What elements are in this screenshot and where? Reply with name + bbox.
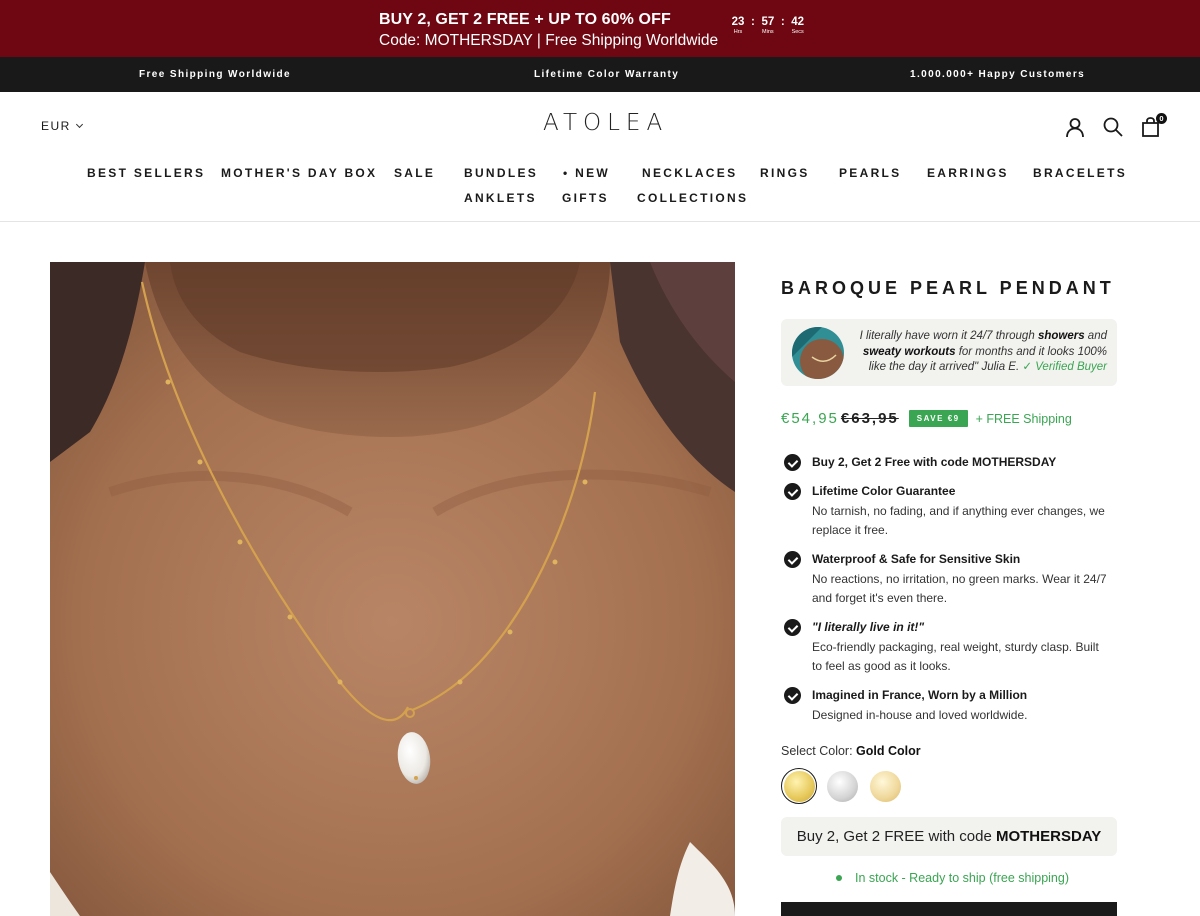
- countdown-minutes-value: 57: [761, 16, 775, 28]
- nav-sale[interactable]: SALE: [394, 166, 435, 180]
- header-divider: [0, 221, 1200, 222]
- check-icon: [784, 687, 801, 704]
- feature-title: Lifetime Color Guarantee: [812, 484, 956, 498]
- current-price: €54,95: [781, 410, 839, 427]
- save-badge: SAVE €9: [908, 410, 968, 427]
- review-bold-showers: showers: [1037, 330, 1085, 342]
- review-text-part2: and: [1084, 330, 1107, 342]
- nav-best-sellers[interactable]: BEST SELLERS: [87, 166, 205, 180]
- color-label-prefix: Select Color:: [781, 744, 857, 758]
- benefit-customers: 1.000.000+ Happy Customers: [910, 69, 1086, 80]
- countdown-hours-label: Hrs: [733, 29, 743, 35]
- nav-necklaces[interactable]: NECKLACES: [642, 166, 737, 180]
- countdown-minutes: 57 Mins: [758, 16, 778, 36]
- feature-title: Buy 2, Get 2 Free with code MOTHERSDAY: [812, 455, 1057, 469]
- free-shipping-label: + FREE Shipping: [975, 411, 1072, 426]
- nav-anklets[interactable]: ANKLETS: [464, 191, 537, 205]
- swatch-light-gold[interactable]: [870, 771, 901, 802]
- site-logo[interactable]: ATOLEA: [543, 110, 668, 136]
- price-row: €54,95 €63,95 SAVE €9 + FREE Shipping: [781, 410, 1072, 427]
- currency-label: EUR: [41, 119, 71, 133]
- countdown-separator: :: [780, 16, 785, 28]
- nav-gifts[interactable]: GIFTS: [562, 191, 609, 205]
- selected-color-name: Gold Color: [856, 744, 921, 758]
- check-icon: [784, 619, 801, 636]
- color-selector-label: Select Color: Gold Color: [781, 744, 921, 758]
- countdown-minutes-label: Mins: [762, 29, 774, 35]
- countdown-seconds: 42 Secs: [788, 16, 808, 36]
- countdown-hours: 23 Hrs: [728, 16, 748, 36]
- original-price: €63,95: [840, 410, 899, 427]
- feature-item: Imagined in France, Worn by a Million De…: [781, 686, 1111, 725]
- verified-buyer-badge: ✓ Verified Buyer: [1022, 361, 1107, 373]
- countdown-hours-value: 23: [731, 16, 745, 28]
- nav-pearls[interactable]: PEARLS: [839, 166, 901, 180]
- product-title: BAROQUE PEARL PENDANT: [781, 278, 1115, 298]
- review-card: I literally have worn it 24/7 through sh…: [781, 319, 1117, 386]
- bundle-promo-code: MOTHERSDAY: [995, 828, 1102, 845]
- promo-banner: BUY 2, GET 2 FREE + UP TO 60% OFF Code: …: [0, 0, 1200, 57]
- check-icon: [784, 483, 801, 500]
- feature-item: "I literally live in it!" Eco-friendly p…: [781, 618, 1111, 677]
- reviewer-avatar: [792, 327, 844, 379]
- in-stock-dot-icon: [836, 875, 842, 881]
- countdown-separator: :: [751, 16, 755, 28]
- nav-new[interactable]: • NEW: [563, 166, 610, 180]
- feature-item: Waterproof & Safe for Sensitive Skin No …: [781, 550, 1111, 609]
- add-to-cart-button[interactable]: [781, 902, 1117, 916]
- nav-bracelets[interactable]: BRACELETS: [1033, 166, 1127, 180]
- check-icon: [784, 551, 801, 568]
- swatch-gold[interactable]: [784, 771, 815, 802]
- chevron-down-icon: [75, 120, 83, 129]
- promo-text: BUY 2, GET 2 FREE + UP TO 60% OFF Code: …: [379, 9, 718, 51]
- search-icon[interactable]: [1102, 116, 1124, 138]
- nav-mothers-day-box[interactable]: MOTHER'S DAY BOX: [221, 166, 377, 180]
- feature-item: Lifetime Color Guarantee No tarnish, no …: [781, 482, 1111, 541]
- benefit-shipping: Free Shipping Worldwide: [139, 69, 292, 80]
- countdown-seconds-label: Secs: [791, 29, 804, 35]
- feature-description: No reactions, no irritation, no green ma…: [812, 571, 1107, 606]
- promo-subline: Code: MOTHERSDAY | Free Shipping Worldwi…: [379, 32, 719, 49]
- nav-rings[interactable]: RINGS: [760, 166, 810, 180]
- bundle-promo-text: Buy 2, Get 2 FREE with code: [796, 828, 996, 845]
- promo-headline: BUY 2, GET 2 FREE + UP TO 60% OFF: [379, 11, 671, 28]
- bundle-promo-box: Buy 2, Get 2 FREE with code MOTHERSDAY: [781, 817, 1117, 856]
- benefits-bar: Free Shipping Worldwide Lifetime Color W…: [0, 57, 1200, 92]
- currency-selector[interactable]: EUR: [41, 119, 83, 133]
- countdown-timer: 23 Hrs : 57 Mins : 42 Secs: [728, 16, 808, 36]
- account-icon[interactable]: [1064, 116, 1086, 138]
- benefit-warranty: Lifetime Color Warranty: [534, 69, 680, 80]
- stock-status: In stock - Ready to ship (free shipping): [836, 871, 1069, 885]
- nav-bundles[interactable]: BUNDLES: [464, 166, 538, 180]
- countdown-seconds-value: 42: [791, 16, 805, 28]
- stock-text: In stock - Ready to ship (free shipping): [855, 871, 1069, 885]
- feature-title: Waterproof & Safe for Sensitive Skin: [812, 552, 1021, 566]
- review-text-part1: I literally have worn it 24/7 through: [859, 330, 1038, 342]
- feature-title: Imagined in France, Worn by a Million: [812, 688, 1028, 702]
- check-icon: [784, 454, 801, 471]
- feature-description: Eco-friendly packaging, real weight, stu…: [812, 639, 1099, 674]
- feature-title: "I literally live in it!": [812, 620, 925, 634]
- cart-icon[interactable]: 0: [1140, 113, 1167, 138]
- product-image[interactable]: [50, 262, 735, 916]
- review-bold-workouts: sweaty workouts: [862, 345, 956, 358]
- nav-collections[interactable]: COLLECTIONS: [637, 191, 748, 205]
- nav-earrings[interactable]: EARRINGS: [927, 166, 1009, 180]
- feature-item: Buy 2, Get 2 Free with code MOTHERSDAY: [781, 453, 1111, 473]
- cart-count-badge: 0: [1156, 113, 1167, 124]
- review-quote: I literally have worn it 24/7 through sh…: [855, 329, 1107, 376]
- feature-description: Designed in-house and loved worldwide.: [812, 707, 1028, 722]
- feature-description: No tarnish, no fading, and if anything e…: [812, 503, 1105, 538]
- swatch-silver[interactable]: [827, 771, 858, 802]
